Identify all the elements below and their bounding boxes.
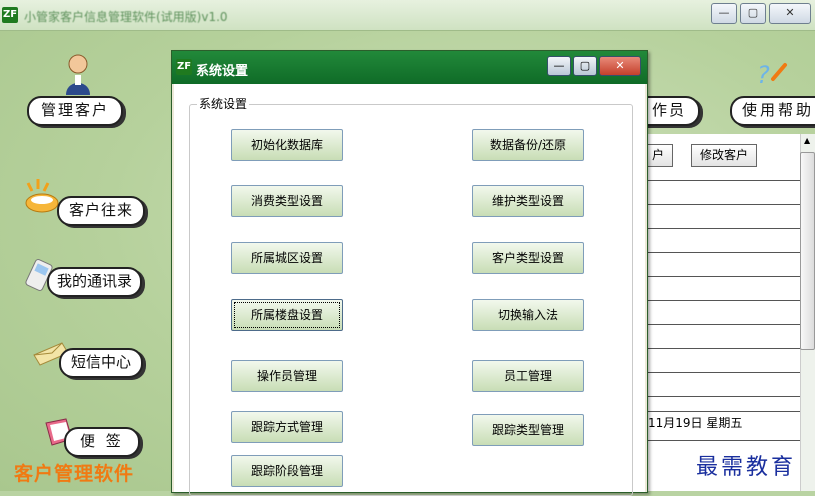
- settings-group-label: 系统设置: [197, 95, 250, 112]
- nav-sms-center[interactable]: 短信中心: [59, 348, 144, 378]
- minimize-button[interactable]: —: [711, 3, 737, 24]
- dialog-minimize-button[interactable]: —: [547, 56, 571, 76]
- list-row-divider: [647, 228, 801, 229]
- nav-my-contacts[interactable]: 我的通讯录: [47, 267, 143, 297]
- help-icon: ?: [755, 59, 789, 92]
- dialog-maximize-button[interactable]: ▢: [573, 56, 597, 76]
- maintenance-type-button[interactable]: 维护类型设置: [472, 185, 584, 217]
- nav-notes[interactable]: 便 签: [64, 427, 140, 457]
- dialog-controls: — ▢ ✕: [547, 56, 641, 76]
- nav-client-dealings[interactable]: 客户往来: [57, 196, 146, 226]
- dialog-close-button[interactable]: ✕: [599, 56, 641, 76]
- list-row-divider: [647, 440, 801, 441]
- list-row-divider: [647, 204, 801, 205]
- app-icon: ZF: [2, 7, 18, 23]
- building-settings-button[interactable]: 所属楼盘设置: [231, 299, 343, 331]
- maximize-button[interactable]: ▢: [740, 3, 766, 24]
- system-settings-dialog: ZF 系统设置 — ▢ ✕ 系统设置 初始化数据库 数据备份/还原 消费类型设置…: [171, 50, 648, 496]
- init-database-button[interactable]: 初始化数据库: [231, 129, 343, 161]
- main-window-controls: — ▢ ✕: [711, 3, 811, 24]
- date-display: 11月19日 星期五: [648, 416, 743, 430]
- list-row-divider: [647, 180, 801, 181]
- coffee-cup-icon: [22, 177, 62, 220]
- brand-text: 客户管理软件: [14, 463, 135, 485]
- list-row-divider: [647, 411, 801, 412]
- tracking-stage-button[interactable]: 跟踪阶段管理: [231, 455, 343, 487]
- list-row-divider: [647, 324, 801, 325]
- client-type-button[interactable]: 客户类型设置: [472, 242, 584, 274]
- list-row-divider: [647, 300, 801, 301]
- list-row-divider: [647, 348, 801, 349]
- staff-management-button[interactable]: 员工管理: [472, 360, 584, 392]
- tracking-method-button[interactable]: 跟踪方式管理: [231, 411, 343, 443]
- switch-ime-button[interactable]: 切换输入法: [472, 299, 584, 331]
- operator-management-button[interactable]: 操作员管理: [231, 360, 343, 392]
- watermark-text: 最需教育: [696, 455, 797, 480]
- client-list-panel: 户 修改客户 ▲: [639, 134, 815, 491]
- svg-text:?: ?: [757, 61, 770, 89]
- close-button[interactable]: ✕: [769, 3, 811, 24]
- tracking-type-button[interactable]: 跟踪类型管理: [472, 414, 584, 446]
- list-row-divider: [647, 276, 801, 277]
- backup-restore-button[interactable]: 数据备份/还原: [472, 129, 584, 161]
- nav-help[interactable]: 使用帮助: [730, 96, 815, 126]
- list-row-divider: [647, 396, 801, 397]
- dialog-title: 系统设置: [196, 64, 249, 79]
- person-icon: [62, 53, 94, 100]
- dialog-body: 系统设置 初始化数据库 数据备份/还原 消费类型设置 维护类型设置 所属城区设置…: [174, 84, 645, 496]
- list-row-divider: [647, 372, 801, 373]
- list-scrollbar[interactable]: ▲: [800, 134, 815, 491]
- edit-client-button[interactable]: 修改客户: [691, 144, 758, 167]
- dialog-title-bar: ZF 系统设置 — ▢ ✕: [172, 51, 647, 84]
- main-title-bar: ZF 小管家客户信息管理软件(试用版)v1.0 — ▢ ✕: [0, 0, 815, 31]
- dialog-app-icon: ZF: [176, 59, 192, 75]
- list-row-divider: [647, 252, 801, 253]
- consumption-type-button[interactable]: 消费类型设置: [231, 185, 343, 217]
- main-window-title: 小管家客户信息管理软件(试用版)v1.0: [24, 10, 228, 24]
- district-settings-button[interactable]: 所属城区设置: [231, 242, 343, 274]
- scrollbar-thumb[interactable]: [800, 152, 815, 350]
- nav-manage-clients[interactable]: 管理客户: [27, 96, 124, 126]
